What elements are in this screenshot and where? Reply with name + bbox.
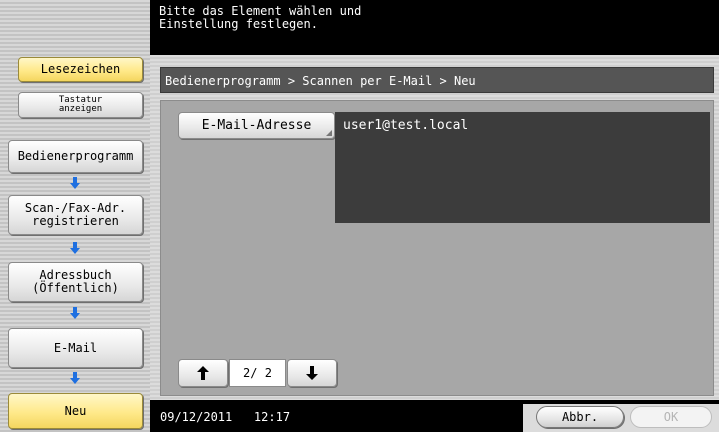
settings-area: E-Mail-Adresse user1@test.local 2/ 2 (160, 100, 714, 396)
message-bar: Bitte das Element wählen und Einstellung… (150, 0, 719, 55)
arrow-down-icon (68, 176, 82, 190)
step-bedienerprogramm-button[interactable]: Bedienerprogramm (8, 140, 143, 173)
breadcrumb: Bedienerprogramm > Scannen per E-Mail > … (160, 67, 714, 93)
page-up-button[interactable] (178, 359, 228, 387)
bookmark-button[interactable]: Lesezeichen (18, 57, 143, 82)
date-time: 09/12/2011 12:17 (160, 410, 291, 424)
show-keyboard-button[interactable]: Tastatur anzeigen (18, 92, 143, 118)
arrow-down-icon (68, 371, 82, 385)
step-addressbook-button[interactable]: Adressbuch (Öffentlich) (8, 262, 143, 302)
email-address-value: user1@test.local (335, 112, 710, 223)
main-panel: Bedienerprogramm > Scannen per E-Mail > … (150, 55, 719, 400)
step-neu-button[interactable]: Neu (8, 393, 143, 429)
page-down-button[interactable] (287, 359, 337, 387)
instruction-text: Bitte das Element wählen und Einstellung… (159, 4, 362, 31)
arrow-down-icon (68, 306, 82, 320)
corner-indicator-icon (326, 130, 332, 136)
cancel-button[interactable]: Abbr. (536, 406, 624, 428)
email-address-button-label: E-Mail-Adresse (201, 118, 312, 133)
status-bar: 09/12/2011 12:17 Abbr. OK (150, 400, 719, 432)
arrow-down-icon (306, 366, 319, 380)
pager: 2/ 2 (178, 359, 337, 387)
step-scan-fax-address-button[interactable]: Scan-/Fax-Adr. registrieren (8, 195, 143, 235)
email-address-button[interactable]: E-Mail-Adresse (178, 112, 335, 139)
ok-button[interactable]: OK (630, 406, 712, 428)
arrow-up-icon (196, 366, 209, 380)
step-email-button[interactable]: E-Mail (8, 328, 143, 368)
left-panel: Lesezeichen Tastatur anzeigen Bedienerpr… (0, 0, 150, 432)
arrow-down-icon (68, 241, 82, 255)
page-indicator: 2/ 2 (228, 359, 287, 387)
